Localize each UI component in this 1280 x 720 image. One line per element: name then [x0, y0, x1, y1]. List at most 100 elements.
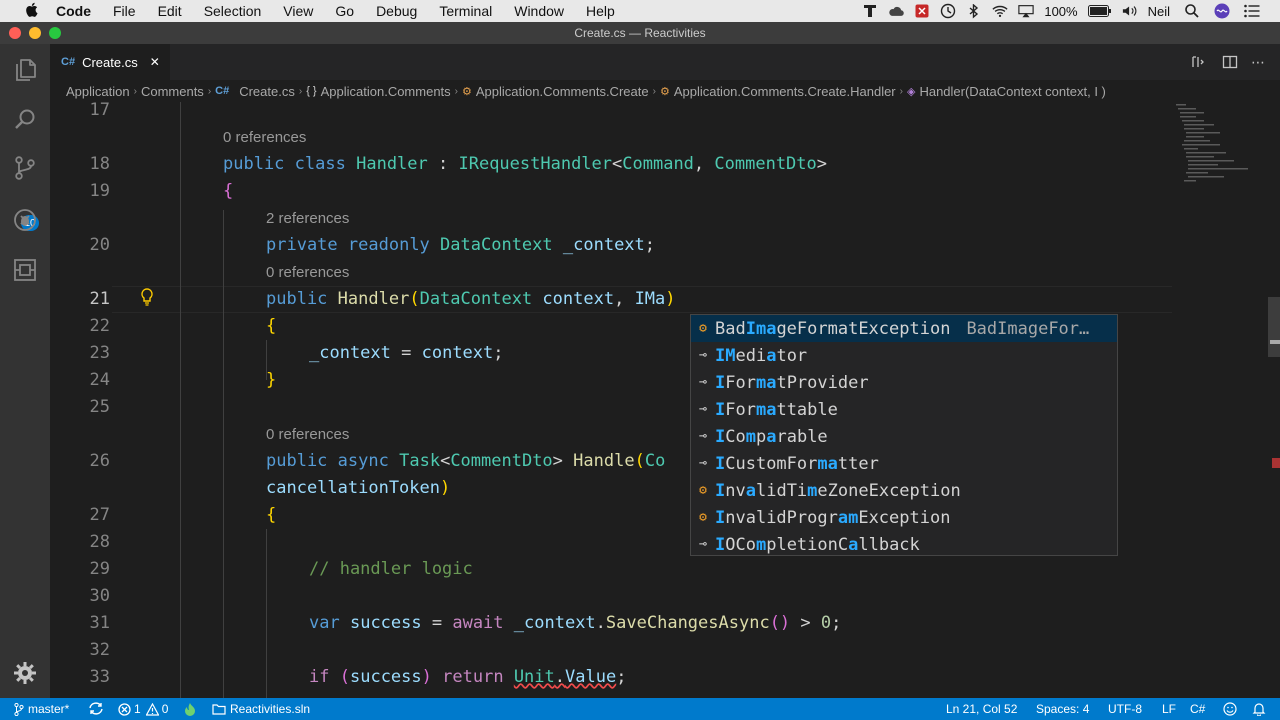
lightbulb-icon[interactable]	[140, 288, 154, 306]
minimap[interactable]	[1170, 102, 1260, 698]
menu-help[interactable]: Help	[586, 3, 615, 19]
scrollbar-thumb[interactable]	[1268, 297, 1280, 357]
chevron-right-icon: ›	[298, 85, 303, 97]
breadcrumb-item-comments[interactable]: Comments	[141, 84, 204, 99]
interface-icon: ⊸	[699, 375, 707, 390]
notification-center-icon[interactable]	[1244, 4, 1260, 18]
line-number: 22	[89, 316, 110, 336]
more-actions-icon[interactable]: ⋯	[1250, 54, 1266, 70]
menu-edit[interactable]: Edit	[158, 3, 182, 19]
encoding-status[interactable]: UTF-8	[1108, 702, 1142, 716]
user-name[interactable]: Neil	[1148, 4, 1170, 19]
breadcrumb-item-file[interactable]: C# Create.cs	[215, 84, 295, 99]
pen-icon[interactable]	[862, 4, 878, 18]
suggestion-item[interactable]: ⚙ BadImageFormatException BadImageFor…	[691, 315, 1117, 342]
code-line-20: private readonly DataContext _context;	[266, 235, 656, 255]
suggestion-item[interactable]: ⊸ IComparable	[691, 423, 1117, 450]
window-title: Create.cs — Reactivities	[574, 26, 706, 40]
breadcrumb-item-namespace[interactable]: { } Application.Comments	[306, 84, 450, 99]
suggestion-item[interactable]: ⊸ IFormattable	[691, 396, 1117, 423]
code-line-22: {	[266, 316, 277, 336]
omnisharp-status[interactable]	[184, 702, 196, 716]
record-icon[interactable]	[914, 4, 930, 18]
breadcrumb-item-application[interactable]: Application	[66, 84, 130, 99]
debug-icon	[14, 209, 36, 231]
cursor-position[interactable]: Ln 21, Col 52	[946, 702, 1017, 716]
menu-app-code[interactable]: Code	[56, 3, 91, 19]
extensions-button[interactable]	[0, 250, 50, 290]
breadcrumb-item-class-handler[interactable]: ⚙ Application.Comments.Create.Handler	[660, 84, 896, 99]
csharp-file-icon: C#	[61, 56, 76, 68]
indentation-status[interactable]: Spaces: 4	[1036, 702, 1089, 716]
open-changes-icon[interactable]	[1190, 54, 1206, 70]
code-lens-references[interactable]: 0 references	[266, 259, 349, 286]
mac-menu-bar: Code File Edit Selection View Go Debug T…	[0, 0, 1280, 22]
sync-icon	[89, 702, 103, 715]
bluetooth-icon[interactable]	[966, 3, 982, 19]
wifi-icon[interactable]	[992, 4, 1008, 18]
class-icon: ⚙	[462, 85, 472, 98]
menu-debug[interactable]: Debug	[376, 3, 417, 19]
spotlight-search-icon[interactable]	[1184, 4, 1200, 18]
explorer-button[interactable]	[0, 50, 50, 90]
menu-terminal[interactable]: Terminal	[439, 3, 492, 19]
airplay-icon[interactable]	[1018, 4, 1035, 18]
siri-icon[interactable]	[1214, 3, 1230, 19]
manage-button[interactable]	[0, 653, 50, 693]
suggestion-detail: BadImageFor…	[966, 318, 1090, 339]
notifications-button[interactable]	[1252, 702, 1266, 716]
language-mode[interactable]: C#	[1190, 702, 1205, 716]
indent-guide	[223, 210, 224, 698]
tab-create-cs[interactable]: C# Create.cs ✕	[50, 44, 170, 80]
suggestion-item[interactable]: ⊸ ICustomFormatter	[691, 450, 1117, 477]
apple-icon[interactable]	[20, 2, 42, 20]
line-number: 26	[89, 451, 110, 471]
line-number: 29	[89, 559, 110, 579]
menu-file[interactable]: File	[113, 3, 136, 19]
breadcrumb-item-method[interactable]: ◈ Handler(DataContext context, I )	[907, 84, 1106, 99]
code-line-26-wrap: cancellationToken)	[266, 478, 451, 498]
suggestion-item[interactable]: ⚙ InvalidProgramException	[691, 504, 1117, 531]
menu-selection[interactable]: Selection	[204, 3, 262, 19]
eol-status[interactable]: LF	[1162, 702, 1176, 716]
code-line-18: public class Handler : IRequestHandler<C…	[223, 154, 828, 174]
cloud-icon[interactable]	[888, 4, 905, 18]
code-line-23: _context = context;	[309, 343, 504, 363]
bell-icon	[1252, 703, 1266, 716]
source-control-button[interactable]	[0, 148, 50, 188]
code-line-29: // handler logic	[309, 559, 473, 579]
split-editor-icon[interactable]	[1222, 54, 1238, 70]
debug-button[interactable]	[0, 200, 50, 240]
breadcrumb-item-class-create[interactable]: ⚙ Application.Comments.Create	[462, 84, 649, 99]
line-number: 20	[89, 235, 110, 255]
code-line-33: if (success) return Unit.Value;	[309, 667, 627, 687]
menu-view[interactable]: View	[283, 3, 313, 19]
feedback-button[interactable]	[1222, 702, 1238, 716]
chevron-right-icon: ›	[899, 85, 903, 97]
solution-status[interactable]: Reactivities.sln	[212, 702, 310, 716]
close-tab-icon[interactable]: ✕	[150, 55, 160, 69]
search-icon	[15, 109, 35, 129]
suggestion-item[interactable]: ⊸ IOCompletionCallback	[691, 531, 1117, 558]
problems-status[interactable]: 1 0	[118, 702, 168, 716]
vertical-scrollbar[interactable]	[1268, 102, 1280, 698]
code-lens-references[interactable]: 0 references	[266, 421, 349, 448]
search-button[interactable]	[0, 100, 50, 140]
time-machine-icon[interactable]	[940, 3, 956, 19]
code-lens-references[interactable]: 2 references	[266, 205, 349, 232]
interface-icon: ⊸	[699, 402, 707, 417]
line-number: 19	[89, 181, 110, 201]
battery-icon[interactable]	[1087, 4, 1112, 18]
line-number: 27	[89, 505, 110, 525]
volume-icon[interactable]	[1122, 4, 1138, 18]
suggestion-item[interactable]: ⊸ IFormatProvider	[691, 369, 1117, 396]
chevron-right-icon: ›	[133, 85, 137, 97]
code-lens-references[interactable]: 0 references	[223, 124, 306, 151]
menu-window[interactable]: Window	[514, 3, 564, 19]
sync-button[interactable]	[88, 702, 104, 715]
suggestion-item[interactable]: ⚙ InvalidTimeZoneException	[691, 477, 1117, 504]
code-editor[interactable]: 17 18 19 20 21 22 23 24 25 26 27 28 29 3…	[50, 102, 1280, 698]
suggestion-item[interactable]: ⊸ IMediator	[691, 342, 1117, 369]
branch-status[interactable]: master*	[14, 702, 69, 716]
menu-go[interactable]: Go	[335, 3, 354, 19]
